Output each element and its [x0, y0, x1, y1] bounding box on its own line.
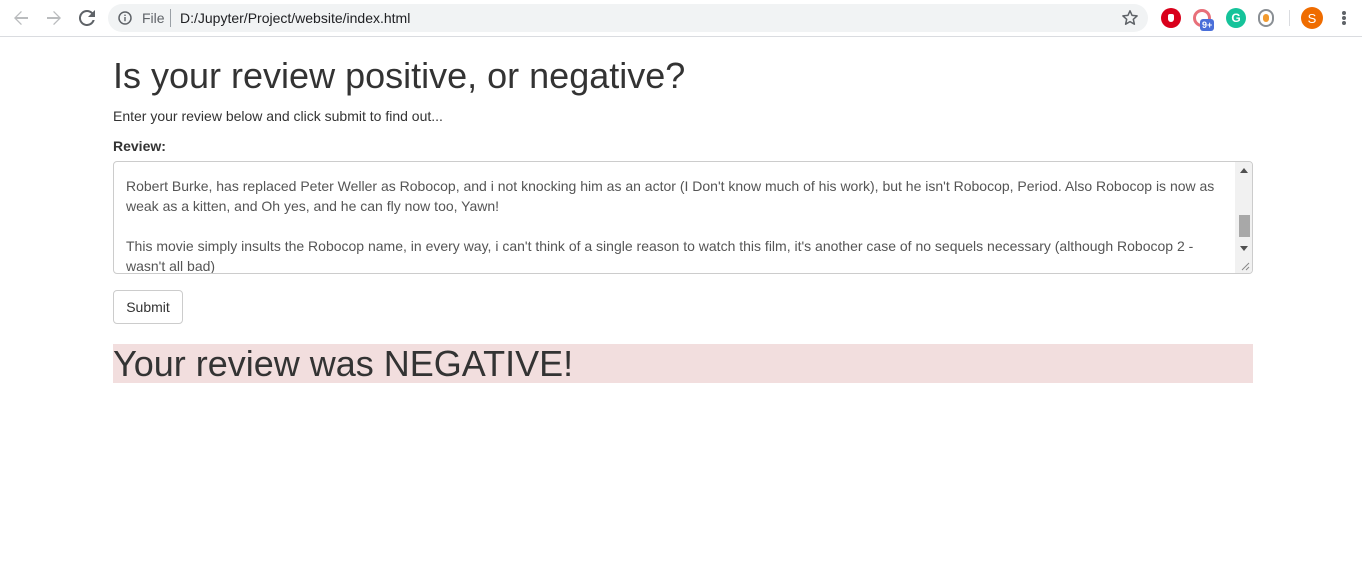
review-label: Review:: [113, 138, 166, 154]
scroll-up-arrow-icon[interactable]: [1235, 162, 1252, 179]
scroll-thumb[interactable]: [1239, 215, 1250, 237]
submit-button[interactable]: Submit: [113, 290, 183, 324]
star-icon[interactable]: [1121, 9, 1139, 27]
adblock-icon[interactable]: [1161, 8, 1181, 28]
result-banner: Your review was NEGATIVE!: [113, 344, 1253, 383]
review-textarea[interactable]: Robert Burke, has replaced Peter Weller …: [113, 161, 1253, 274]
page-title: Is your review positive, or negative?: [113, 55, 686, 96]
review-text[interactable]: Robert Burke, has replaced Peter Weller …: [126, 176, 1226, 273]
toolbar-divider: [1289, 10, 1290, 26]
profile-avatar[interactable]: S: [1301, 7, 1323, 29]
url-scheme-label: File: [142, 10, 165, 26]
info-icon[interactable]: [118, 11, 132, 25]
reload-icon[interactable]: [75, 7, 99, 29]
page-subtitle: Enter your review below and click submit…: [113, 108, 443, 124]
forward-arrow-icon[interactable]: [42, 7, 66, 29]
review-scrollbar[interactable]: [1235, 162, 1252, 273]
back-arrow-icon[interactable]: [9, 7, 33, 29]
extension-badge: 9+: [1200, 19, 1215, 31]
omnibox-divider: [170, 9, 171, 27]
scroll-down-arrow-icon[interactable]: [1235, 240, 1252, 257]
grammarly-icon[interactable]: G: [1226, 8, 1246, 28]
url-text[interactable]: D:/Jupyter/Project/website/index.html: [180, 10, 410, 26]
extension-icon[interactable]: [1258, 9, 1274, 27]
resize-grip-icon[interactable]: [1240, 261, 1250, 271]
browser-toolbar: File D:/Jupyter/Project/website/index.ht…: [0, 0, 1362, 37]
address-bar[interactable]: File D:/Jupyter/Project/website/index.ht…: [108, 4, 1148, 32]
result-text: Your review was NEGATIVE!: [113, 343, 574, 384]
kebab-menu-icon[interactable]: [1336, 8, 1352, 28]
